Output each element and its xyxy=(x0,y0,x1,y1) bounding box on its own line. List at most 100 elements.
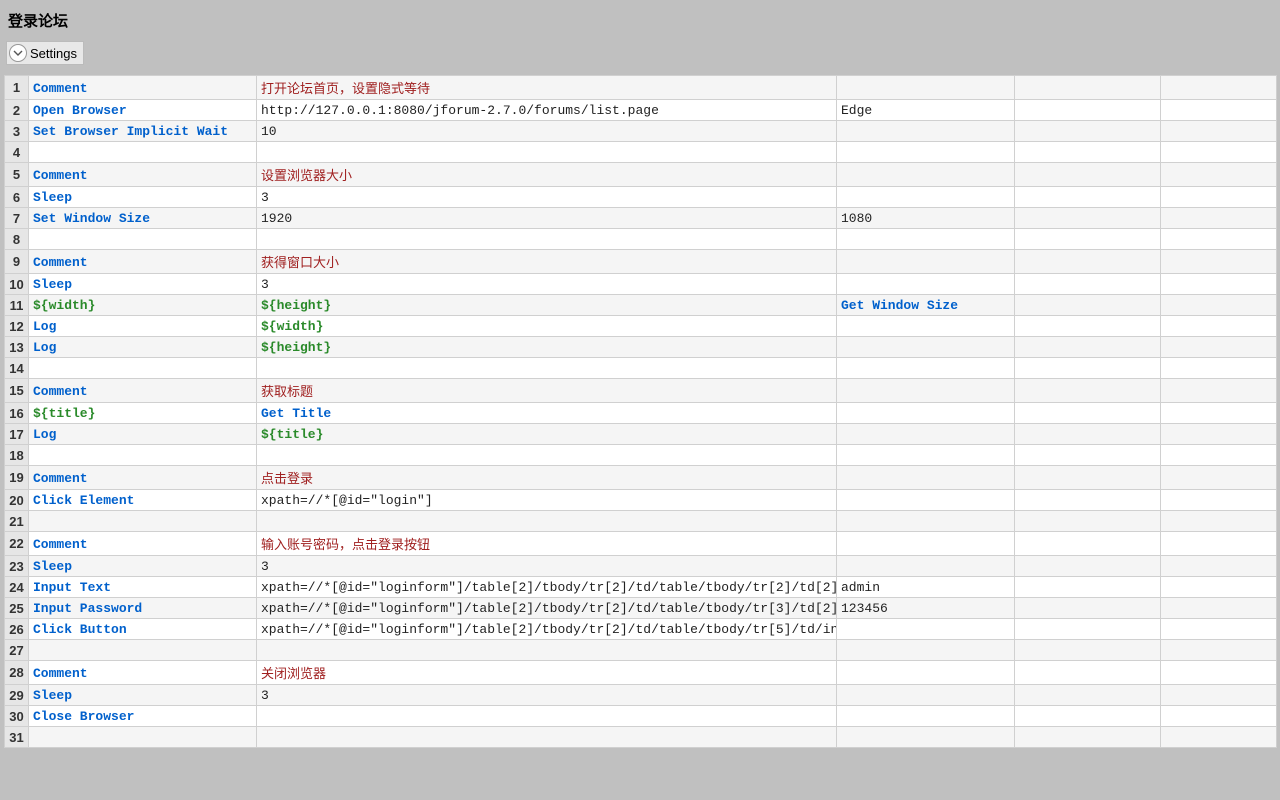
grid-cell[interactable]: Sleep xyxy=(29,274,257,295)
grid-cell[interactable]: xpath=//*[@id="loginform"]/table[2]/tbod… xyxy=(257,619,837,640)
row-number[interactable]: 8 xyxy=(5,229,29,250)
grid-cell[interactable] xyxy=(837,445,1015,466)
grid-cell[interactable]: admin xyxy=(837,577,1015,598)
grid-cell[interactable]: Sleep xyxy=(29,187,257,208)
grid-cell[interactable] xyxy=(1015,250,1161,274)
grid-cell[interactable] xyxy=(1015,577,1161,598)
grid-cell[interactable] xyxy=(1161,121,1277,142)
grid-cell[interactable] xyxy=(1161,445,1277,466)
grid-cell[interactable] xyxy=(1161,163,1277,187)
grid-cell[interactable]: 1080 xyxy=(837,208,1015,229)
row-number[interactable]: 29 xyxy=(5,685,29,706)
grid-cell[interactable]: Get Window Size xyxy=(837,295,1015,316)
table-row[interactable]: 8 xyxy=(5,229,1277,250)
grid-cell[interactable] xyxy=(837,337,1015,358)
table-row[interactable]: 13Log${height} xyxy=(5,337,1277,358)
grid-cell[interactable]: 3 xyxy=(257,556,837,577)
grid-cell[interactable] xyxy=(1161,316,1277,337)
grid-cell[interactable] xyxy=(837,379,1015,403)
grid-cell[interactable]: Sleep xyxy=(29,685,257,706)
grid-cell[interactable] xyxy=(1161,490,1277,511)
table-row[interactable]: 31 xyxy=(5,727,1277,748)
table-row[interactable]: 29Sleep3 xyxy=(5,685,1277,706)
table-row[interactable]: 15Comment获取标题 xyxy=(5,379,1277,403)
row-number[interactable]: 25 xyxy=(5,598,29,619)
grid-cell[interactable]: 1920 xyxy=(257,208,837,229)
grid-cell[interactable] xyxy=(837,229,1015,250)
grid-cell[interactable]: Click Element xyxy=(29,490,257,511)
grid-cell[interactable] xyxy=(837,403,1015,424)
grid-cell[interactable] xyxy=(837,511,1015,532)
grid-cell[interactable]: xpath=//*[@id="loginform"]/table[2]/tbod… xyxy=(257,577,837,598)
grid-cell[interactable] xyxy=(1015,358,1161,379)
row-number[interactable]: 23 xyxy=(5,556,29,577)
grid-cell[interactable] xyxy=(1015,640,1161,661)
grid-cell[interactable]: Get Title xyxy=(257,403,837,424)
grid-cell[interactable] xyxy=(1015,121,1161,142)
grid-cell[interactable] xyxy=(837,163,1015,187)
grid-cell[interactable] xyxy=(837,685,1015,706)
grid-cell[interactable] xyxy=(1015,295,1161,316)
grid-cell[interactable] xyxy=(837,316,1015,337)
grid-cell[interactable]: Comment xyxy=(29,661,257,685)
grid-cell[interactable] xyxy=(257,229,837,250)
row-number[interactable]: 19 xyxy=(5,466,29,490)
row-number[interactable]: 10 xyxy=(5,274,29,295)
grid-cell[interactable] xyxy=(1161,424,1277,445)
grid-cell[interactable]: 3 xyxy=(257,685,837,706)
row-number[interactable]: 6 xyxy=(5,187,29,208)
grid-cell[interactable] xyxy=(1161,358,1277,379)
grid-cell[interactable]: Comment xyxy=(29,466,257,490)
grid-cell[interactable] xyxy=(837,121,1015,142)
grid-cell[interactable]: Sleep xyxy=(29,556,257,577)
grid-cell[interactable] xyxy=(1015,661,1161,685)
grid-cell[interactable] xyxy=(1015,598,1161,619)
grid-cell[interactable] xyxy=(1015,403,1161,424)
table-row[interactable]: 5Comment设置浏览器大小 xyxy=(5,163,1277,187)
grid-cell[interactable] xyxy=(257,142,837,163)
grid-cell[interactable] xyxy=(257,511,837,532)
grid-cell[interactable] xyxy=(837,466,1015,490)
row-number[interactable]: 4 xyxy=(5,142,29,163)
table-row[interactable]: 14 xyxy=(5,358,1277,379)
grid-cell[interactable] xyxy=(1015,208,1161,229)
grid-cell[interactable] xyxy=(1015,187,1161,208)
grid-cell[interactable]: xpath=//*[@id="loginform"]/table[2]/tbod… xyxy=(257,598,837,619)
grid-cell[interactable] xyxy=(257,445,837,466)
grid-cell[interactable] xyxy=(837,619,1015,640)
grid-cell[interactable]: Comment xyxy=(29,532,257,556)
grid-cell[interactable]: xpath=//*[@id="login"] xyxy=(257,490,837,511)
grid-cell[interactable] xyxy=(29,142,257,163)
grid-cell[interactable] xyxy=(1161,532,1277,556)
grid-cell[interactable] xyxy=(1015,619,1161,640)
grid-cell[interactable]: ${width} xyxy=(29,295,257,316)
grid-cell[interactable]: ${height} xyxy=(257,337,837,358)
grid-cell[interactable]: 获得窗口大小 xyxy=(257,250,837,274)
grid-cell[interactable]: 点击登录 xyxy=(257,466,837,490)
grid-cell[interactable] xyxy=(1161,619,1277,640)
grid-cell[interactable]: Log xyxy=(29,424,257,445)
grid-cell[interactable] xyxy=(1161,685,1277,706)
table-row[interactable]: 24Input Textxpath=//*[@id="loginform"]/t… xyxy=(5,577,1277,598)
row-number[interactable]: 5 xyxy=(5,163,29,187)
grid-cell[interactable] xyxy=(837,706,1015,727)
row-number[interactable]: 15 xyxy=(5,379,29,403)
grid-cell[interactable] xyxy=(837,424,1015,445)
grid-cell[interactable] xyxy=(837,640,1015,661)
table-row[interactable]: 28Comment关闭浏览器 xyxy=(5,661,1277,685)
row-number[interactable]: 28 xyxy=(5,661,29,685)
grid-cell[interactable] xyxy=(29,640,257,661)
table-row[interactable]: 25Input Passwordxpath=//*[@id="loginform… xyxy=(5,598,1277,619)
grid-cell[interactable]: Open Browser xyxy=(29,100,257,121)
grid-cell[interactable] xyxy=(1161,640,1277,661)
grid-cell[interactable] xyxy=(1015,511,1161,532)
grid-cell[interactable]: Input Text xyxy=(29,577,257,598)
table-row[interactable]: 16${title}Get Title xyxy=(5,403,1277,424)
grid-cell[interactable]: 10 xyxy=(257,121,837,142)
table-row[interactable]: 17Log${title} xyxy=(5,424,1277,445)
table-row[interactable]: 4 xyxy=(5,142,1277,163)
grid-cell[interactable] xyxy=(1161,706,1277,727)
grid-cell[interactable] xyxy=(1015,706,1161,727)
row-number[interactable]: 20 xyxy=(5,490,29,511)
grid-cell[interactable]: ${title} xyxy=(29,403,257,424)
